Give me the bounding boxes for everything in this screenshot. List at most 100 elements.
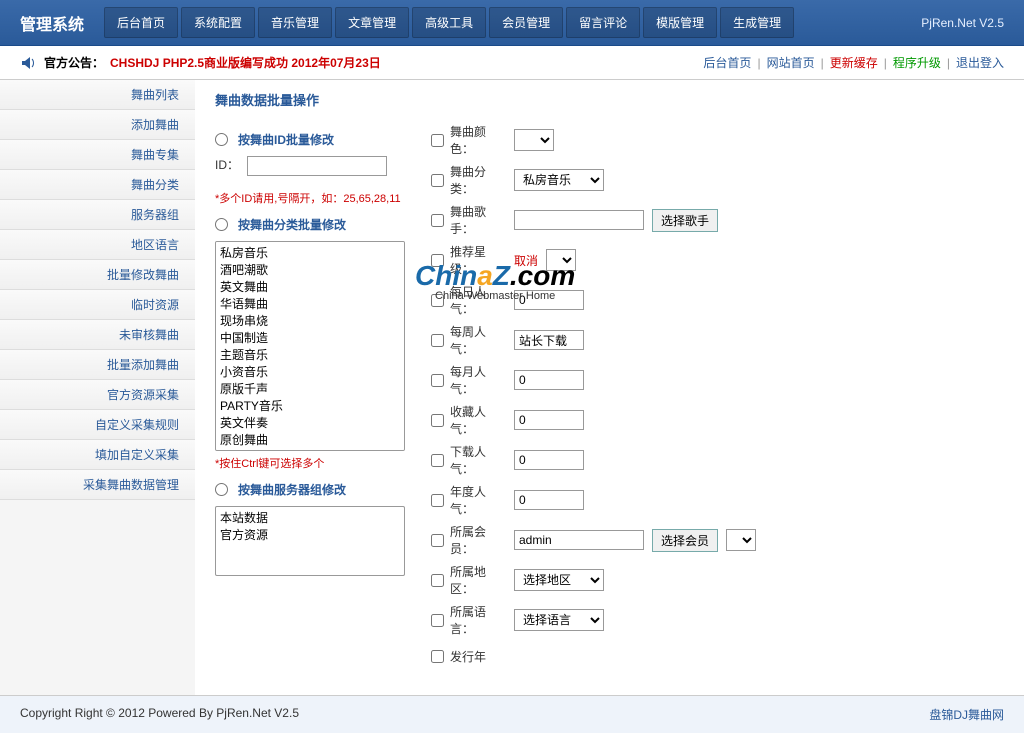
sidebar-item[interactable]: 官方资源采集 xyxy=(0,380,195,410)
nav-item[interactable]: 模版管理 xyxy=(643,7,717,38)
nav-item[interactable]: 系统配置 xyxy=(181,7,255,38)
sidebar-item[interactable]: 批量添加舞曲 xyxy=(0,350,195,380)
sel-color[interactable] xyxy=(514,129,554,151)
nav-item[interactable]: 高级工具 xyxy=(412,7,486,38)
nav-item[interactable]: 音乐管理 xyxy=(258,7,332,38)
sidebar: 舞曲列表添加舞曲舞曲专集舞曲分类服务器组地区语言批量修改舞曲临时资源未审核舞曲批… xyxy=(0,80,195,695)
nav-item[interactable]: 留言评论 xyxy=(566,7,640,38)
announce-text: CHSHDJ PHP2.5商业版编写成功 2012年07月23日 xyxy=(110,54,381,71)
btn-select-member[interactable]: 选择会员 xyxy=(652,529,718,552)
lbl-weekly: 每周人气： xyxy=(450,323,506,357)
left-column: 按舞曲ID批量修改 ID： *多个ID请用,号隔开，如：25,65,28,11 … xyxy=(215,123,415,576)
footer: Copyright Right © 2012 Powered By PjRen.… xyxy=(0,695,1024,733)
lbl-category: 舞曲分类： xyxy=(450,163,506,197)
nav-item[interactable]: 文章管理 xyxy=(335,7,409,38)
lbl-monthly: 每月人气： xyxy=(450,363,506,397)
server-multiselect[interactable]: 本站数据官方资源 xyxy=(215,506,405,576)
lbl-singer: 舞曲歌手： xyxy=(450,203,506,237)
id-input[interactable] xyxy=(247,156,387,176)
announce-links: 后台首页|网站首页|更新缓存|程序升级|退出登入 xyxy=(703,54,1004,71)
radio-by-category[interactable] xyxy=(215,218,228,231)
chk-singer[interactable] xyxy=(431,214,444,227)
lbl-member: 所属会员： xyxy=(450,523,506,557)
lbl-color: 舞曲颜色： xyxy=(450,123,506,157)
chk-daily[interactable] xyxy=(431,294,444,307)
chk-weekly[interactable] xyxy=(431,334,444,347)
page-title: 舞曲数据批量操作 xyxy=(215,90,1004,109)
lbl-year: 年度人气： xyxy=(450,483,506,517)
sidebar-item[interactable]: 舞曲专集 xyxy=(0,140,195,170)
chk-region[interactable] xyxy=(431,574,444,587)
sidebar-item[interactable]: 舞曲分类 xyxy=(0,170,195,200)
announce-bar: 官方公告： CHSHDJ PHP2.5商业版编写成功 2012年07月23日 后… xyxy=(0,46,1024,80)
link-cancel-reco[interactable]: 取消 xyxy=(514,252,538,269)
sidebar-item[interactable]: 批量修改舞曲 xyxy=(0,260,195,290)
announce-link[interactable]: 网站首页 xyxy=(767,54,815,71)
header: 管理系统 后台首页系统配置音乐管理文章管理高级工具会员管理留言评论模版管理生成管… xyxy=(0,0,1024,46)
chk-monthly[interactable] xyxy=(431,374,444,387)
input-year[interactable] xyxy=(514,490,584,510)
chk-down[interactable] xyxy=(431,454,444,467)
version-label: PjRen.Net V2.5 xyxy=(921,16,1014,30)
sel-region[interactable]: 选择地区 xyxy=(514,569,604,591)
input-monthly[interactable] xyxy=(514,370,584,390)
section-id-radio[interactable]: 按舞曲ID批量修改 xyxy=(215,131,415,148)
id-label: ID： xyxy=(215,156,239,173)
announce-icon xyxy=(20,55,36,71)
sidebar-item[interactable]: 添加舞曲 xyxy=(0,110,195,140)
input-fav[interactable] xyxy=(514,410,584,430)
chk-lang[interactable] xyxy=(431,614,444,627)
sidebar-item[interactable]: 地区语言 xyxy=(0,230,195,260)
footer-left: Copyright Right © 2012 Powered By PjRen.… xyxy=(20,706,299,723)
lbl-reco: 推荐星级： xyxy=(450,243,506,277)
content: 舞曲数据批量操作 按舞曲ID批量修改 ID： *多个ID请用,号隔开，如：25,… xyxy=(195,80,1024,695)
sidebar-item[interactable]: 临时资源 xyxy=(0,290,195,320)
sidebar-item[interactable]: 服务器组 xyxy=(0,200,195,230)
input-down[interactable] xyxy=(514,450,584,470)
category-multiselect[interactable]: 私房音乐酒吧潮歌英文舞曲华语舞曲现场串烧中国制造主题音乐小资音乐原版千声PART… xyxy=(215,241,405,451)
sidebar-item[interactable]: 舞曲列表 xyxy=(0,80,195,110)
chk-reco[interactable] xyxy=(431,254,444,267)
nav-item[interactable]: 生成管理 xyxy=(720,7,794,38)
sidebar-item[interactable]: 未审核舞曲 xyxy=(0,320,195,350)
input-member[interactable] xyxy=(514,530,644,550)
chk-member[interactable] xyxy=(431,534,444,547)
sel-member[interactable] xyxy=(726,529,756,551)
lbl-fav: 收藏人气： xyxy=(450,403,506,437)
lbl-down: 下载人气： xyxy=(450,443,506,477)
sidebar-item[interactable]: 自定义采集规则 xyxy=(0,410,195,440)
announce-label: 官方公告： xyxy=(44,54,104,71)
nav-item[interactable]: 后台首页 xyxy=(104,7,178,38)
id-hint: *多个ID请用,号隔开，如：25,65,28,11 xyxy=(215,190,415,206)
app-title: 管理系统 xyxy=(10,11,104,35)
sidebar-item[interactable]: 采集舞曲数据管理 xyxy=(0,470,195,500)
input-daily[interactable] xyxy=(514,290,584,310)
announce-link[interactable]: 退出登入 xyxy=(956,54,1004,71)
lbl-region: 所属地区： xyxy=(450,563,506,597)
nav-item[interactable]: 会员管理 xyxy=(489,7,563,38)
sel-lang[interactable]: 选择语言 xyxy=(514,609,604,631)
sidebar-item[interactable]: 填加自定义采集 xyxy=(0,440,195,470)
radio-by-id[interactable] xyxy=(215,133,228,146)
chk-color[interactable] xyxy=(431,134,444,147)
chk-category[interactable] xyxy=(431,174,444,187)
right-fields: 舞曲颜色： 舞曲分类： 私房音乐 舞曲歌手： 选择歌手 推荐星级： xyxy=(431,123,1004,675)
sel-category[interactable]: 私房音乐 xyxy=(514,169,604,191)
lbl-lang: 所属语言： xyxy=(450,603,506,637)
section-cat-label: 按舞曲分类批量修改 xyxy=(238,216,346,233)
input-weekly[interactable] xyxy=(514,330,584,350)
section-cat-radio[interactable]: 按舞曲分类批量修改 xyxy=(215,216,415,233)
section-server-radio[interactable]: 按舞曲服务器组修改 xyxy=(215,481,415,498)
section-server-label: 按舞曲服务器组修改 xyxy=(238,481,346,498)
footer-right-link[interactable]: 盘锦DJ舞曲网 xyxy=(929,706,1004,723)
announce-link[interactable]: 更新缓存 xyxy=(830,54,878,71)
input-singer[interactable] xyxy=(514,210,644,230)
chk-year[interactable] xyxy=(431,494,444,507)
radio-by-server[interactable] xyxy=(215,483,228,496)
announce-link[interactable]: 后台首页 xyxy=(703,54,751,71)
btn-select-singer[interactable]: 选择歌手 xyxy=(652,209,718,232)
chk-fav[interactable] xyxy=(431,414,444,427)
sel-reco[interactable] xyxy=(546,249,576,271)
announce-link[interactable]: 程序升级 xyxy=(893,54,941,71)
chk-release[interactable] xyxy=(431,650,444,663)
